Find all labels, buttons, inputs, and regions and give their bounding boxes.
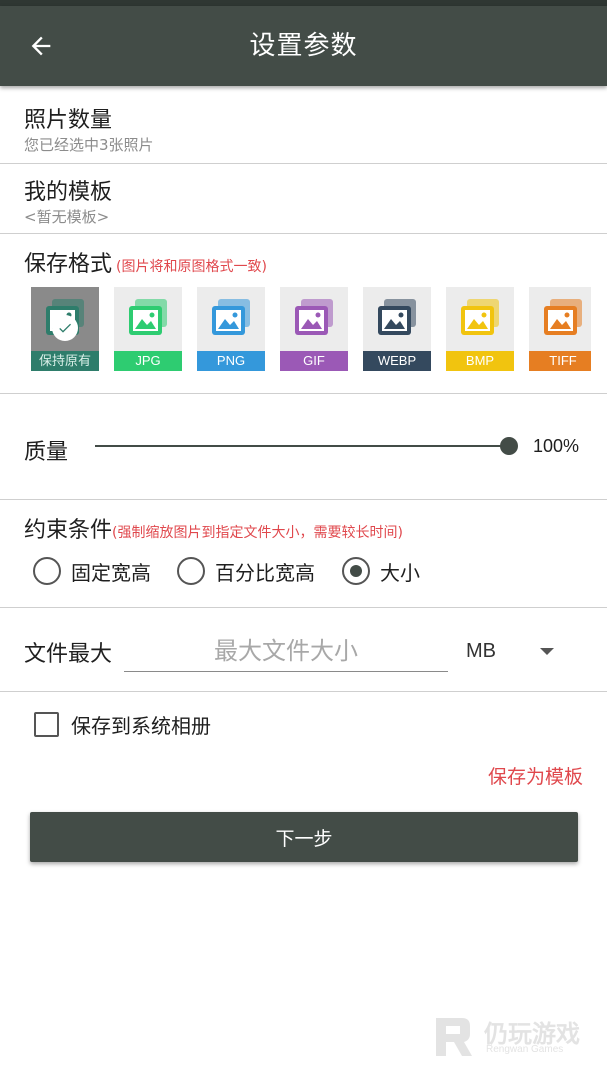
radio-label: 固定宽高 <box>71 560 151 585</box>
my-templates-section[interactable]: 我的模板 <暂无模板> <box>0 164 607 234</box>
format-option-png[interactable]: PNG <box>197 287 265 371</box>
photo-count-title: 照片数量 <box>24 108 113 133</box>
format-option-webp[interactable]: WEBP <box>363 287 431 371</box>
radio-circle <box>33 557 61 585</box>
format-option-tiff[interactable]: TIFF <box>529 287 591 371</box>
constraint-section: 约束条件(强制缩放图片到指定文件大小，需要较长时间) <box>0 500 607 608</box>
image-icon <box>295 299 333 335</box>
radio-fixed-size[interactable]: 固定宽高 <box>33 556 151 586</box>
chevron-down-icon <box>540 648 554 655</box>
my-templates-subtitle: <暂无模板> <box>24 208 110 226</box>
page-title: 设置参数 <box>249 31 358 61</box>
format-label: GIF <box>280 351 348 371</box>
image-icon <box>461 299 499 335</box>
radio-circle <box>342 557 370 585</box>
my-templates-title: 我的模板 <box>24 180 113 205</box>
format-option-keep-original[interactable]: 保持原有 <box>31 287 99 371</box>
radio-label: 大小 <box>380 560 420 585</box>
check-icon <box>52 315 78 341</box>
constraint-title: 约束条件(强制缩放图片到指定文件大小，需要较长时间) <box>24 512 403 544</box>
image-icon <box>212 299 250 335</box>
save-format-label: 保存格式 <box>24 252 113 277</box>
image-icon <box>378 299 416 335</box>
format-label: WEBP <box>363 351 431 371</box>
radio-dot <box>349 564 362 577</box>
unit-value: MB <box>466 640 496 662</box>
watermark: 仍玩游戏 Rengwan Games <box>432 1012 592 1060</box>
constraint-note: (强制缩放图片到指定文件大小，需要较长时间) <box>112 525 403 541</box>
file-max-label: 文件最大 <box>24 642 113 667</box>
format-label: TIFF <box>529 351 591 371</box>
photo-count-subtitle: 您已经选中3张照片 <box>24 136 154 154</box>
constraint-label: 约束条件 <box>24 518 113 543</box>
checkbox-box <box>34 711 59 737</box>
radio-percent-size[interactable]: 百分比宽高 <box>177 556 315 586</box>
format-label: PNG <box>197 351 265 371</box>
save-as-template-link[interactable]: 保存为模板 <box>488 762 583 789</box>
image-icon <box>544 299 582 335</box>
format-option-bmp[interactable]: BMP <box>446 287 514 371</box>
file-max-input[interactable] <box>124 630 448 672</box>
radio-circle <box>177 557 205 585</box>
next-step-button[interactable]: 下一步 <box>30 812 578 862</box>
format-label: JPG <box>114 351 182 371</box>
format-label: 保持原有 <box>31 351 99 371</box>
format-option-gif[interactable]: GIF <box>280 287 348 371</box>
format-option-jpg[interactable]: JPG <box>114 287 182 371</box>
save-to-album-checkbox[interactable]: 保存到系统相册 <box>34 709 211 739</box>
image-icon <box>129 299 167 335</box>
quality-slider-thumb[interactable] <box>500 437 518 455</box>
unit-dropdown[interactable]: MB <box>466 632 566 672</box>
quality-value: 100% <box>533 436 580 456</box>
app-bar: 设置参数 <box>0 6 607 86</box>
format-label: BMP <box>446 351 514 371</box>
watermark-subtext: Rengwan Games <box>486 1044 564 1055</box>
watermark-logo-icon <box>436 1018 472 1056</box>
radio-label: 百分比宽高 <box>215 560 315 585</box>
radio-file-size[interactable]: 大小 <box>342 556 420 586</box>
photo-count-section: 照片数量 您已经选中3张照片 <box>0 86 607 164</box>
quality-slider-track[interactable] <box>95 445 510 447</box>
format-options: 保持原有 JPG PNG GIF WEBP BMP TIFF <box>31 287 591 373</box>
save-format-note: (图片将和原图格式一致) <box>116 259 267 275</box>
save-to-album-label: 保存到系统相册 <box>71 713 211 738</box>
save-format-title: 保存格式 (图片将和原图格式一致) <box>24 246 267 278</box>
quality-label: 质量 <box>24 440 69 465</box>
